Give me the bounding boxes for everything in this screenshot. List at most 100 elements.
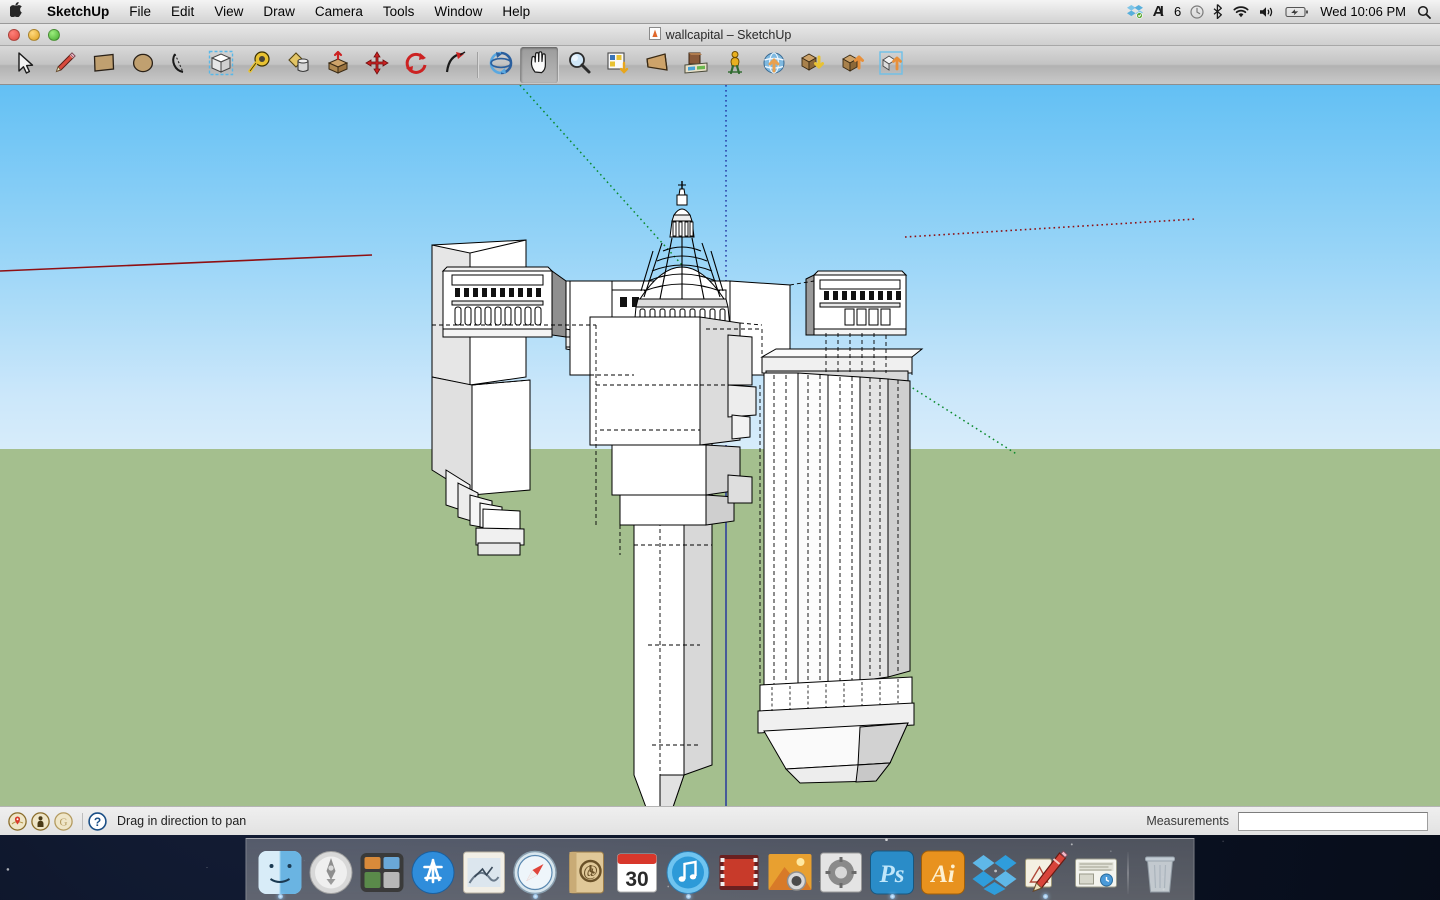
pan-tool[interactable] xyxy=(520,47,559,83)
mission-control-icon xyxy=(359,849,406,896)
right-colonnade-wing xyxy=(805,270,908,336)
model-canvas[interactable] xyxy=(0,85,1440,813)
circle-tool[interactable] xyxy=(123,47,162,83)
move-tool[interactable] xyxy=(357,47,396,83)
dock-utility[interactable] xyxy=(818,849,865,896)
window-title: wallcapital – SketchUp xyxy=(648,26,792,43)
app-indicator-icon[interactable] xyxy=(1152,5,1165,18)
zoom-tool[interactable] xyxy=(559,47,598,83)
menu-item-edit[interactable]: Edit xyxy=(161,0,204,24)
menu-item-camera[interactable]: Camera xyxy=(305,0,373,24)
previous-view-tool[interactable] xyxy=(637,47,676,83)
left-colonnade-wing xyxy=(441,266,567,338)
walk-tool[interactable] xyxy=(715,47,754,83)
menu-item-sketchup[interactable]: SketchUp xyxy=(37,0,119,24)
person-icon[interactable] xyxy=(31,811,50,831)
dock-launchpad[interactable] xyxy=(308,849,355,896)
gear-photo-icon xyxy=(818,849,865,896)
measurements-input[interactable] xyxy=(1238,811,1428,831)
position-camera-tool[interactable] xyxy=(676,47,715,83)
google-icon[interactable]: G xyxy=(54,811,73,831)
dock-mail[interactable] xyxy=(461,849,508,896)
menu-item-window[interactable]: Window xyxy=(424,0,492,24)
dock-mission-control[interactable] xyxy=(359,849,406,896)
zoom-extents-tool[interactable] xyxy=(598,47,637,83)
dock-app-store[interactable] xyxy=(410,849,457,896)
walk-person-icon xyxy=(722,50,748,81)
safari-compass-icon xyxy=(512,849,559,896)
battery-icon[interactable] xyxy=(1285,6,1309,18)
right-tower-cluster xyxy=(757,372,915,784)
dock-safari[interactable] xyxy=(512,849,559,899)
dock-trash[interactable] xyxy=(1137,849,1184,896)
dock-iphoto[interactable] xyxy=(767,849,814,896)
share-model-tool[interactable] xyxy=(832,47,871,83)
arc-icon xyxy=(169,50,195,81)
arc-tool[interactable] xyxy=(162,47,201,83)
share-component-tool[interactable] xyxy=(871,47,910,83)
zoom-extents-icon xyxy=(605,50,631,81)
push-pull-tool[interactable] xyxy=(318,47,357,83)
minimize-button[interactable] xyxy=(28,29,40,41)
measurements-label: Measurements xyxy=(1146,814,1229,828)
rotate-arrows-icon xyxy=(403,50,429,81)
rectangle-tool[interactable] xyxy=(84,47,123,83)
dock-imovie[interactable] xyxy=(716,849,763,896)
dropbox-icon[interactable] xyxy=(1127,4,1143,19)
measurements-area: Measurements xyxy=(1146,811,1432,831)
svg-text:Ai: Ai xyxy=(929,861,955,888)
close-button[interactable] xyxy=(8,29,20,41)
follow-me-tool[interactable] xyxy=(435,47,474,83)
apple-logo-icon[interactable] xyxy=(9,1,23,20)
model-viewport[interactable] xyxy=(0,85,1440,813)
sketchup-pencils-icon xyxy=(1022,849,1069,896)
status-bar: G ? Drag in direction to pan Measurement… xyxy=(0,806,1440,835)
menu-item-file[interactable]: File xyxy=(119,0,161,24)
geo-location-icon[interactable] xyxy=(8,811,27,831)
move-arrows-icon xyxy=(364,50,390,81)
menu-item-view[interactable]: View xyxy=(204,0,253,24)
dock-running-indicator xyxy=(889,894,895,899)
dock-sketchup[interactable] xyxy=(1022,849,1069,899)
dock-itunes[interactable] xyxy=(665,849,712,899)
central-shaft-upper xyxy=(589,316,757,526)
clock-icon[interactable] xyxy=(1190,4,1204,19)
push-pull-icon xyxy=(325,50,351,81)
previous-view-icon xyxy=(644,50,670,81)
search-icon[interactable] xyxy=(1417,5,1431,19)
menu-bar-clock[interactable]: Wed 10:06 PM xyxy=(1318,4,1408,19)
menu-item-tools[interactable]: Tools xyxy=(373,0,425,24)
dock-calendar[interactable]: 30 xyxy=(614,849,661,896)
dock-document[interactable] xyxy=(1073,849,1120,896)
dock-contacts[interactable]: @ xyxy=(563,849,610,896)
menu-items: SketchUp File Edit View Draw Camera Tools Windo… xyxy=(37,0,540,24)
bluetooth-icon[interactable] xyxy=(1213,4,1223,19)
svg-text:30: 30 xyxy=(625,868,648,891)
menu-item-help[interactable]: Help xyxy=(492,0,540,24)
component-cube-icon xyxy=(208,50,234,81)
help-question-icon[interactable]: ? xyxy=(88,811,107,831)
dock-finder[interactable] xyxy=(257,849,304,899)
line-tool[interactable] xyxy=(45,47,84,83)
dock-dropbox[interactable] xyxy=(971,849,1018,896)
dock-illustrator[interactable]: Ai xyxy=(920,849,967,896)
zoom-button[interactable] xyxy=(48,29,60,41)
wifi-icon[interactable] xyxy=(1232,5,1250,19)
screen: SketchUp File Edit View Draw Camera Tools Windo… xyxy=(0,0,1440,900)
menu-item-draw[interactable]: Draw xyxy=(253,0,305,24)
trash-icon xyxy=(1137,849,1184,896)
status-separator xyxy=(82,812,83,830)
document-stack-icon xyxy=(1073,849,1120,896)
dock-photoshop[interactable]: Ps xyxy=(869,849,916,899)
make-component-tool[interactable] xyxy=(201,47,240,83)
tape-measure-tool[interactable] xyxy=(240,47,279,83)
volume-icon[interactable] xyxy=(1259,5,1276,19)
orbit-tool[interactable] xyxy=(481,47,520,83)
add-location-tool[interactable] xyxy=(754,47,793,83)
window-title-text: wallcapital – SketchUp xyxy=(665,27,792,42)
paint-bucket-tool[interactable] xyxy=(279,47,318,83)
get-models-tool[interactable] xyxy=(793,47,832,83)
rotate-tool[interactable] xyxy=(396,47,435,83)
select-tool[interactable] xyxy=(6,47,45,83)
tape-measure-icon xyxy=(247,50,273,81)
